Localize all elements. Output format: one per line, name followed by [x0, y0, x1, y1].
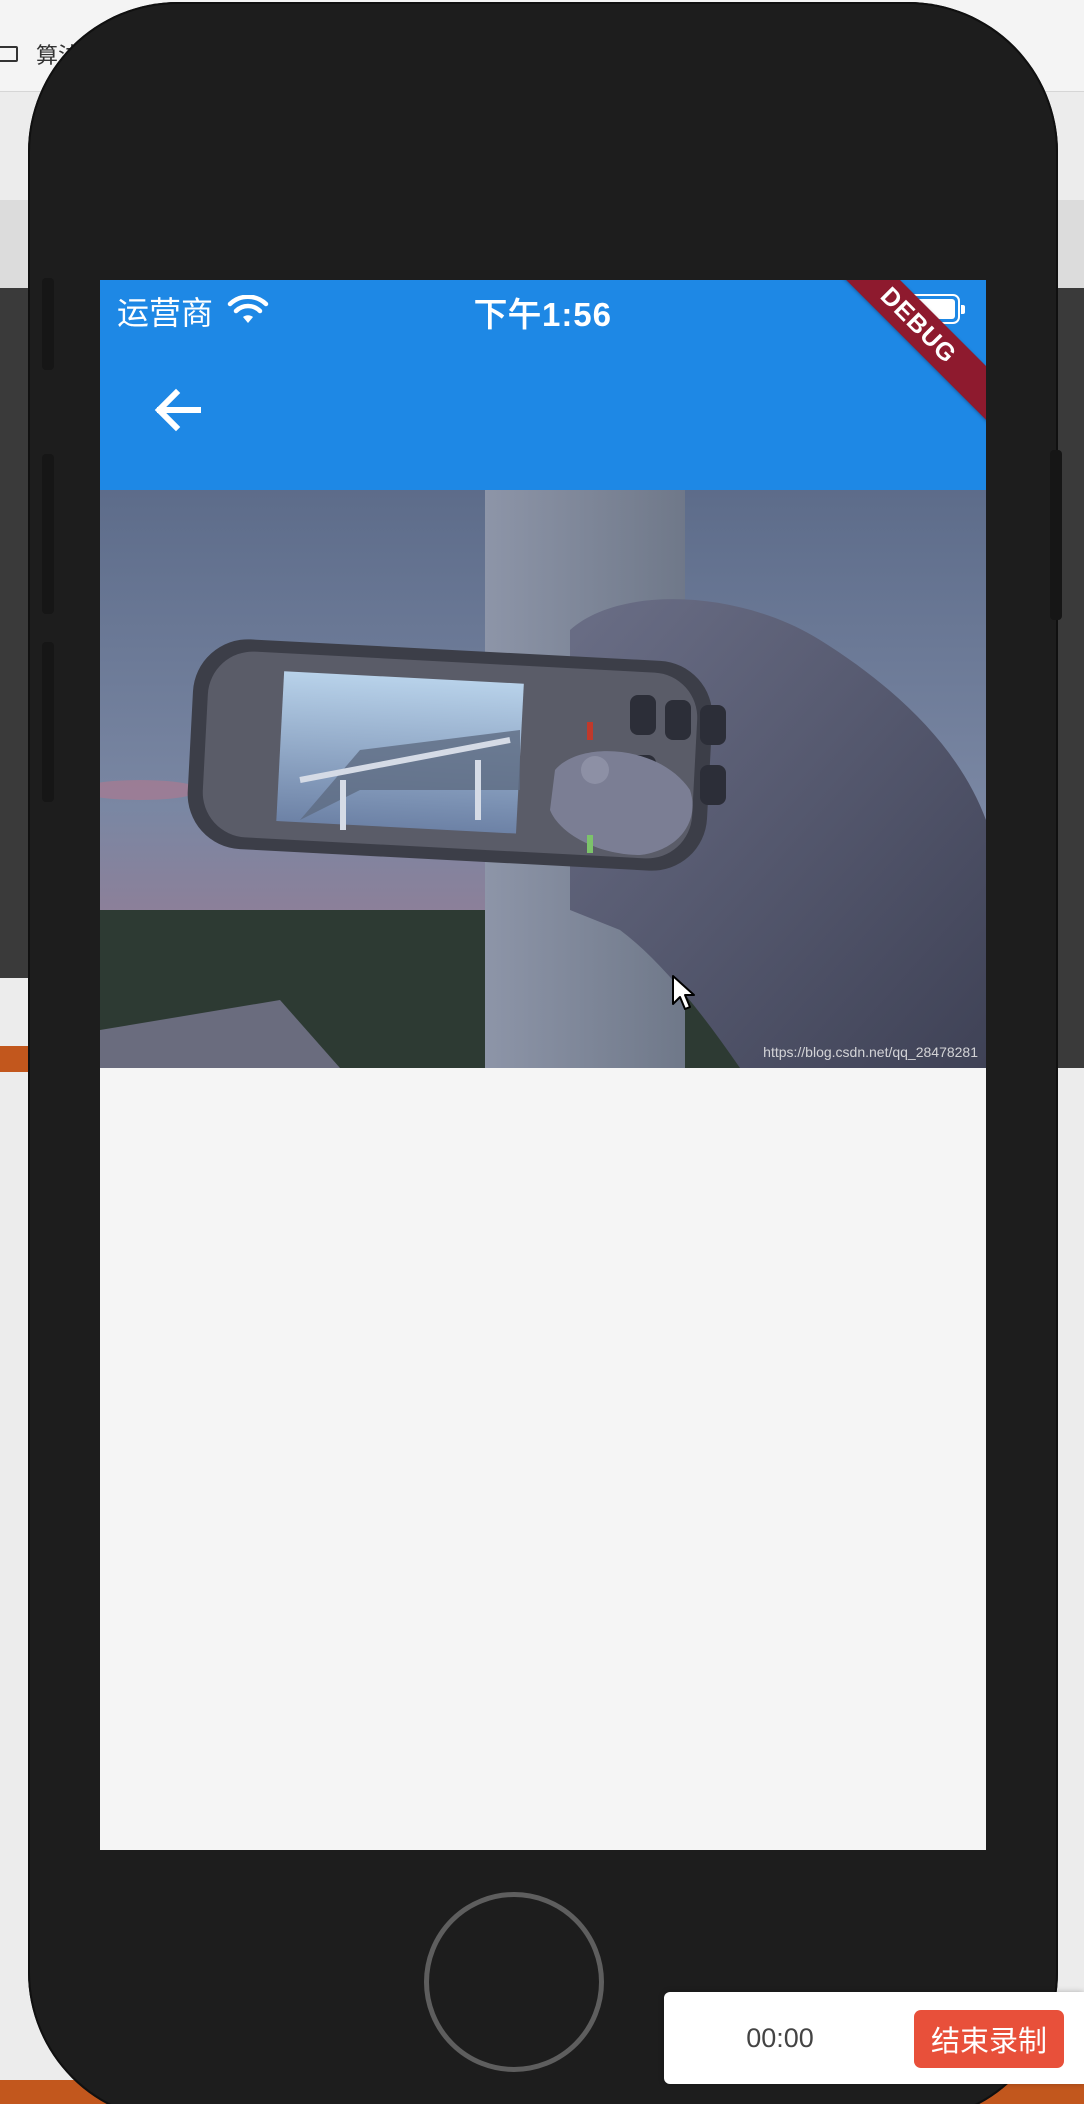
- status-time: 下午1:56: [473, 296, 613, 333]
- volume-down-button[interactable]: [42, 642, 54, 802]
- recording-timer: 00:00: [746, 2023, 814, 2053]
- image-watermark: https://blog.csdn.net/qq_28478281: [763, 1044, 978, 1060]
- volume-up-button[interactable]: [42, 454, 54, 614]
- stop-recording-button[interactable]: 结束录制: [914, 2010, 1064, 2068]
- home-button[interactable]: [424, 1892, 604, 2072]
- app-bar: 运营商 下午1:56 DEBUG: [100, 280, 986, 490]
- window-icon: [0, 46, 18, 62]
- phone-screen: 运营商 下午1:56 DEBUG https://blog.csdn.net/q…: [100, 280, 986, 1850]
- phone-camera-photo: https://blog.csdn.net/qq_28478281: [100, 490, 986, 1068]
- power-button[interactable]: [1050, 450, 1062, 620]
- mouse-cursor-icon: [672, 975, 695, 1010]
- photo-illustration: [100, 490, 986, 1068]
- arrow-back-icon[interactable]: [146, 378, 210, 442]
- screen-recorder-panel: 00:00 结束录制: [664, 1992, 1084, 2084]
- mute-switch: [42, 278, 54, 370]
